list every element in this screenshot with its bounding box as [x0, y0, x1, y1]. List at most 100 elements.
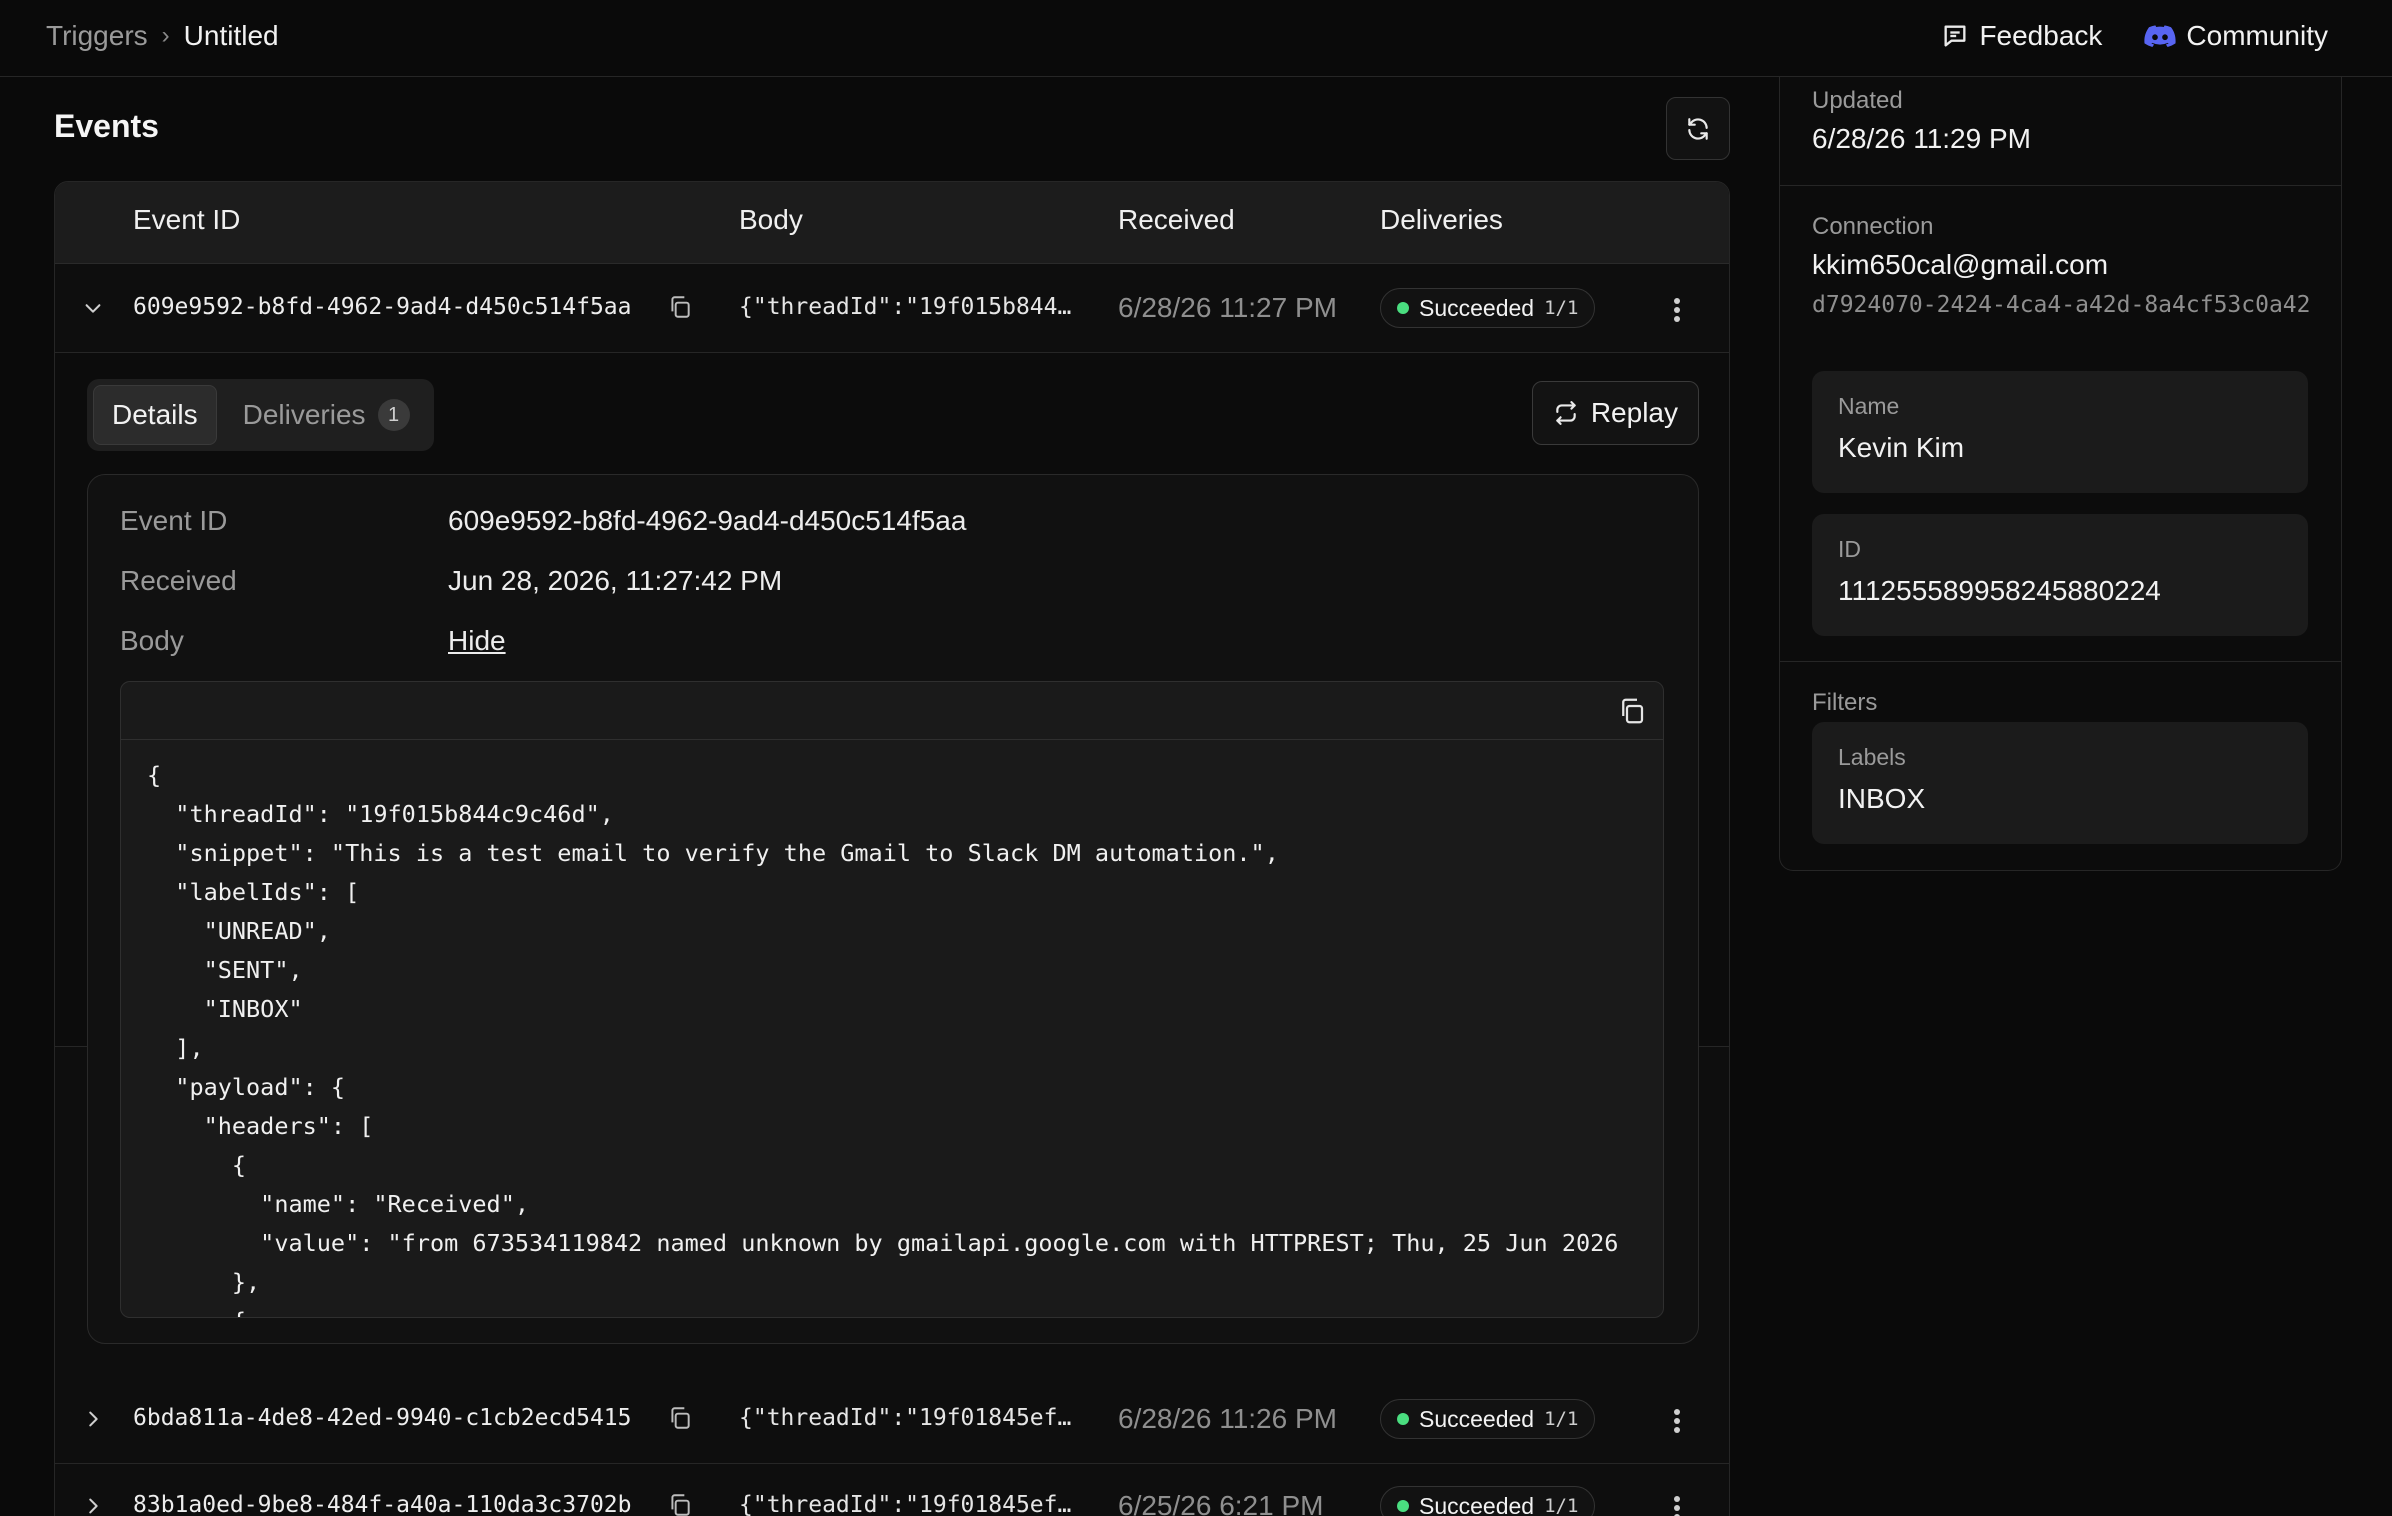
- chevron-down-icon: [85, 304, 101, 313]
- filters-section: Filters: [1812, 689, 1877, 717]
- status-badge: Succeeded 1/1: [1380, 1486, 1596, 1516]
- col-deliveries: Deliveries: [1380, 204, 1503, 235]
- body-preview: {"threadId":"19f01845ef…: [739, 1405, 1072, 1431]
- collapse-row-button[interactable]: [77, 292, 109, 324]
- delivery-count: 1/1: [1544, 297, 1579, 319]
- events-table: Event ID Body Received Deliveries 609e95…: [54, 181, 1730, 1516]
- delivery-count: 1/1: [1544, 1408, 1579, 1430]
- status-text: Succeeded: [1419, 1405, 1535, 1432]
- replay-button[interactable]: Replay: [1531, 381, 1699, 445]
- more-vertical-icon: [1674, 1496, 1680, 1516]
- detail-event-id-label: Event ID: [120, 505, 228, 536]
- name-value: Kevin Kim: [1838, 432, 1965, 463]
- expand-row-button[interactable]: [77, 1403, 109, 1435]
- received-time: 6/25/26 6:21 PM: [1118, 1490, 1324, 1516]
- body-json: { "threadId": "19f015b844c9c46d", "snipp…: [147, 761, 1619, 1317]
- chevron-right-icon: [89, 1411, 98, 1427]
- labels-label: Labels: [1838, 744, 1906, 770]
- received-time: 6/28/26 11:27 PM: [1118, 292, 1337, 323]
- tab-deliveries-label: Deliveries: [242, 399, 366, 430]
- refresh-icon: [1688, 117, 1708, 140]
- labels-filter-box: Labels INBOX: [1812, 722, 2308, 844]
- detail-body-label: Body: [120, 625, 184, 656]
- breadcrumb: Triggers › Untitled: [46, 20, 279, 52]
- divider: [1780, 185, 2341, 186]
- replay-label: Replay: [1590, 397, 1678, 428]
- name-label: Name: [1838, 393, 1900, 419]
- trigger-side-panel: Updated 6/28/26 11:29 PM Connection kkim…: [1779, 77, 2342, 871]
- breadcrumb-triggers[interactable]: Triggers: [46, 20, 148, 52]
- divider: [1780, 661, 2341, 662]
- code-header: [121, 682, 1663, 740]
- status-dot: [1397, 1413, 1409, 1425]
- status-dot: [1397, 302, 1409, 314]
- tab-details-label: Details: [112, 399, 198, 430]
- community-label: Community: [2186, 20, 2328, 51]
- connection-section: Connection kkim650cal@gmail.com d7924070…: [1812, 213, 2312, 321]
- breadcrumb-current: Untitled: [183, 20, 279, 51]
- breadcrumb-separator-icon: ›: [161, 22, 170, 49]
- tab-details[interactable]: Details: [93, 385, 217, 445]
- labels-value: INBOX: [1838, 783, 1926, 814]
- more-vertical-icon: [1674, 1409, 1680, 1433]
- events-title: Events: [54, 108, 159, 144]
- copy-body-button[interactable]: [1617, 696, 1647, 731]
- top-bar: Triggers › Untitled Feedback Community: [0, 0, 2392, 77]
- event-detail-panel: Details Deliveries 1 Replay Event ID 609…: [55, 353, 1729, 1344]
- delivery-count: 1/1: [1544, 1495, 1579, 1516]
- table-row[interactable]: 6bda811a-4de8-42ed-9940-c1cb2ecd5415 {"t…: [55, 1377, 1729, 1464]
- detail-tabs: Details Deliveries 1: [87, 379, 434, 451]
- table-row[interactable]: 609e9592-b8fd-4962-9ad4-d450c514f5aa {"t…: [55, 266, 1729, 353]
- connection-email: kkim650cal@gmail.com: [1812, 249, 2109, 280]
- copy-icon: [671, 296, 690, 318]
- status-dot: [1397, 1500, 1409, 1512]
- copy-icon: [1622, 698, 1644, 724]
- connection-id: d7924070-2424-4ca4-a42d-8a4cf53c0a42: [1812, 292, 2311, 318]
- body-preview: {"threadId":"19f015b844…: [739, 294, 1072, 320]
- row-menu-button[interactable]: [1661, 1401, 1693, 1441]
- connection-label: Connection: [1812, 213, 1934, 240]
- event-id: 609e9592-b8fd-4962-9ad4-d450c514f5aa: [133, 294, 632, 320]
- tab-deliveries[interactable]: Deliveries 1: [225, 385, 428, 445]
- expand-row-button[interactable]: [77, 1490, 109, 1516]
- updated-value: 6/28/26 11:29 PM: [1812, 123, 2031, 154]
- id-value: 111255589958245880224: [1838, 575, 2161, 606]
- id-box: ID 111255589958245880224: [1812, 514, 2308, 636]
- copy-icon: [671, 1494, 690, 1516]
- col-event-id: Event ID: [133, 204, 241, 235]
- body-code-block: { "threadId": "19f015b844c9c46d", "snipp…: [120, 681, 1664, 1318]
- feedback-icon: [1944, 25, 1966, 47]
- table-row[interactable]: 83b1a0ed-9be8-484f-a40a-110da3c3702b {"t…: [55, 1464, 1729, 1516]
- updated-label: Updated: [1812, 87, 1903, 114]
- status-badge: Succeeded 1/1: [1380, 288, 1596, 328]
- status-badge: Succeeded 1/1: [1380, 1399, 1596, 1439]
- row-menu-button[interactable]: [1661, 290, 1693, 330]
- copy-event-id-button[interactable]: [667, 1405, 693, 1438]
- chevron-right-icon: [89, 1498, 98, 1514]
- detail-received-label: Received: [120, 565, 237, 596]
- copy-event-id-button[interactable]: [667, 1492, 693, 1516]
- feedback-link[interactable]: Feedback: [1941, 20, 2102, 52]
- updated-section: Updated 6/28/26 11:29 PM: [1812, 87, 2031, 155]
- event-id: 83b1a0ed-9be8-484f-a40a-110da3c3702b: [133, 1492, 632, 1516]
- copy-event-id-button[interactable]: [667, 294, 693, 327]
- detail-card: Event ID 609e9592-b8fd-4962-9ad4-d450c51…: [87, 474, 1699, 1344]
- copy-icon: [671, 1407, 690, 1429]
- deliveries-count-badge: 1: [377, 399, 410, 431]
- detail-received-value: Jun 28, 2026, 11:27:42 PM: [448, 565, 783, 596]
- id-label: ID: [1838, 536, 1861, 562]
- feedback-label: Feedback: [1979, 20, 2103, 51]
- table-header: Event ID Body Received Deliveries: [55, 182, 1729, 264]
- hide-body-link[interactable]: Hide: [448, 625, 506, 657]
- discord-icon: [2144, 25, 2177, 47]
- replay-icon: [1556, 401, 1576, 425]
- refresh-button[interactable]: [1666, 97, 1730, 160]
- detail-event-id-value: 609e9592-b8fd-4962-9ad4-d450c514f5aa: [448, 505, 967, 536]
- row-menu-button[interactable]: [1661, 1488, 1693, 1516]
- top-links: Feedback Community: [1941, 20, 2328, 52]
- filters-label: Filters: [1812, 689, 1878, 716]
- name-box: Name Kevin Kim: [1812, 371, 2308, 493]
- community-link[interactable]: Community: [2144, 20, 2328, 52]
- more-vertical-icon: [1674, 298, 1680, 322]
- body-preview: {"threadId":"19f01845ef…: [739, 1492, 1072, 1516]
